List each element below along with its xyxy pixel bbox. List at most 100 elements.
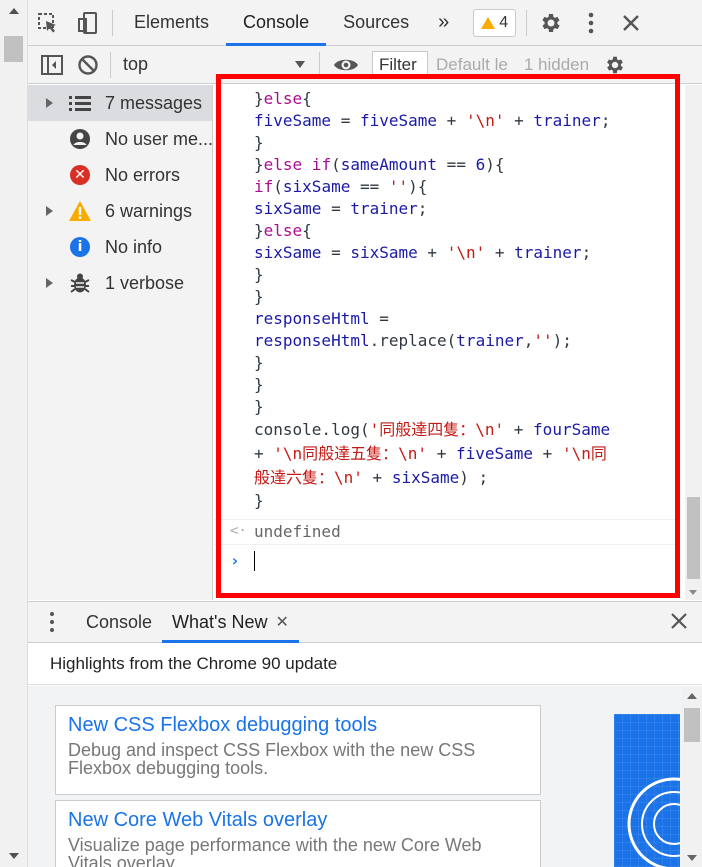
scroll-down-arrow-icon[interactable] — [689, 590, 697, 595]
sidebar-item-errors[interactable]: ✕ No errors — [28, 157, 212, 193]
chevron-down-icon — [295, 60, 305, 68]
toolbar-divider — [110, 51, 111, 78]
feature-card-title[interactable]: New Core Web Vitals overlay — [68, 809, 528, 832]
settings-gear-icon[interactable] — [531, 0, 571, 46]
sidebar-item-label: 6 warnings — [105, 200, 193, 221]
console-scroll-thumb[interactable] — [687, 497, 700, 579]
scroll-thumb[interactable] — [4, 36, 23, 62]
sidebar-item-label: No user me... — [105, 128, 214, 149]
info-icon: i — [68, 235, 92, 259]
whats-new-scroll-thumb[interactable] — [684, 708, 700, 742]
user-icon — [68, 127, 92, 151]
scroll-down-arrow-icon[interactable] — [9, 853, 19, 859]
code-line: + '\n同般達五隻：\n' + fiveSame + '\n同 — [254, 444, 607, 463]
code-line: }else{ — [254, 89, 312, 108]
bug-icon — [68, 271, 92, 295]
scroll-up-arrow-icon[interactable] — [687, 693, 697, 699]
tab-elements[interactable]: Elements — [117, 0, 226, 46]
code-line: if(sixSame == ''){ — [254, 177, 428, 196]
code-line: responseHtml.replace(trainer,''); — [254, 331, 572, 350]
drawer-tab-label: What's New — [172, 611, 268, 632]
code-line: } — [254, 133, 264, 152]
feature-card-description: Visualize page performance with the new … — [68, 835, 482, 867]
toolbar-divider — [112, 9, 113, 36]
warning-icon — [68, 199, 92, 223]
warning-icon — [481, 16, 496, 29]
sidebar-item-label: No info — [105, 236, 163, 257]
whats-new-header: Highlights from the Chrome 90 update — [28, 643, 702, 685]
sidebar-item-user-messages[interactable]: No user me... — [28, 121, 214, 157]
console-scrollbar[interactable] — [685, 85, 702, 600]
sidebar-item-messages[interactable]: 7 messages — [28, 85, 212, 121]
code-line: 般達六隻：\n' + sixSame) ; — [254, 468, 489, 487]
code-line: } — [254, 375, 264, 394]
clear-console-icon[interactable] — [70, 46, 106, 84]
code-line: console.log('同般達四隻：\n' + fourSame — [254, 420, 611, 439]
code-line: sixSame = sixSame + '\n' + trainer; — [254, 243, 592, 262]
prompt-chevron-icon: › — [230, 551, 240, 570]
context-selector[interactable]: top — [115, 46, 315, 84]
close-devtools-icon[interactable] — [611, 0, 651, 46]
drawer-tab-console[interactable]: Console — [76, 601, 162, 643]
live-expression-eye-icon[interactable] — [324, 46, 368, 84]
more-tabs-button[interactable]: » — [426, 11, 461, 34]
drawer-tab-whats-new[interactable]: What's New ✕ — [162, 601, 299, 643]
error-icon: ✕ — [68, 163, 92, 187]
console-code-block: }else{ fiveSame = fiveSame + '\n' + trai… — [254, 88, 674, 512]
whats-new-scrollbar[interactable] — [682, 686, 702, 867]
whats-new-content[interactable]: New CSS Flexbox debugging tools Debug an… — [28, 686, 702, 867]
code-line: } — [254, 353, 264, 372]
console-output[interactable]: }else{ fiveSame = fiveSame + '\n' + trai… — [214, 85, 702, 600]
drawer-menu-icon[interactable] — [28, 612, 76, 632]
console-settings-gear-icon[interactable] — [597, 46, 633, 84]
code-line: } — [254, 397, 264, 416]
toolbar-divider — [526, 9, 528, 36]
code-line: } — [254, 265, 264, 284]
scroll-up-arrow-icon[interactable] — [9, 8, 19, 14]
scroll-down-arrow-icon[interactable] — [687, 855, 697, 861]
code-line: responseHtml = — [254, 309, 389, 328]
code-line: fiveSame = fiveSame + '\n' + trainer; — [254, 111, 611, 130]
tab-sources[interactable]: Sources — [326, 0, 426, 46]
filter-input[interactable]: Filter — [372, 50, 428, 79]
feature-card-title[interactable]: New CSS Flexbox debugging tools — [68, 714, 528, 737]
code-line: } — [254, 287, 264, 306]
sidebar-item-verbose[interactable]: 1 verbose — [28, 265, 212, 301]
warning-count: 4 — [499, 13, 509, 31]
code-line: }else if(sameAmount == 6){ — [254, 155, 505, 174]
context-label: top — [123, 54, 149, 74]
expand-arrow-icon[interactable] — [46, 98, 53, 108]
console-input-caret[interactable] — [254, 551, 255, 571]
code-line: } — [254, 491, 264, 510]
feature-card[interactable]: New CSS Flexbox debugging tools Debug an… — [55, 705, 541, 795]
devtools-tab-bar: Elements Console Sources » 4 — [28, 0, 702, 46]
list-icon — [68, 91, 92, 115]
devtools-panel: Elements Console Sources » 4 top Filter … — [28, 0, 702, 867]
tab-console[interactable]: Console — [226, 0, 327, 46]
drawer-tab-bar: Console What's New ✕ — [28, 601, 702, 643]
device-toolbar-icon[interactable] — [68, 0, 108, 46]
warning-count-badge[interactable]: 4 — [473, 8, 517, 37]
hidden-count-label: 1 hidden — [523, 54, 590, 74]
sidebar-toggle-icon[interactable] — [34, 46, 70, 84]
expand-arrow-icon[interactable] — [46, 278, 53, 288]
feature-card-description: Debug and inspect CSS Flexbox with the n… — [68, 740, 476, 778]
result-value: undefined — [254, 522, 341, 541]
sidebar-item-label: No errors — [105, 164, 181, 185]
inspect-element-icon[interactable] — [28, 0, 68, 46]
result-arrow-icon: <· — [230, 523, 247, 539]
close-tab-icon[interactable]: ✕ — [276, 612, 289, 632]
page-scrollbar[interactable] — [0, 0, 28, 867]
sidebar-item-label: 1 verbose — [105, 272, 185, 293]
console-result-row: <· undefined — [214, 519, 676, 545]
expand-arrow-icon[interactable] — [46, 206, 53, 216]
chrome-update-illustration — [614, 714, 680, 867]
sidebar-item-warnings[interactable]: 6 warnings — [28, 193, 212, 229]
sidebar-item-info[interactable]: i No info — [28, 229, 212, 265]
customize-menu-icon[interactable] — [571, 0, 611, 46]
toolbar-divider — [319, 51, 320, 78]
log-levels-dropdown[interactable]: Default le — [428, 55, 516, 75]
console-toolbar: top Filter Default le 1 hidden — [28, 46, 702, 84]
close-drawer-icon[interactable] — [670, 610, 688, 636]
feature-card[interactable]: New Core Web Vitals overlay Visualize pa… — [55, 800, 541, 867]
